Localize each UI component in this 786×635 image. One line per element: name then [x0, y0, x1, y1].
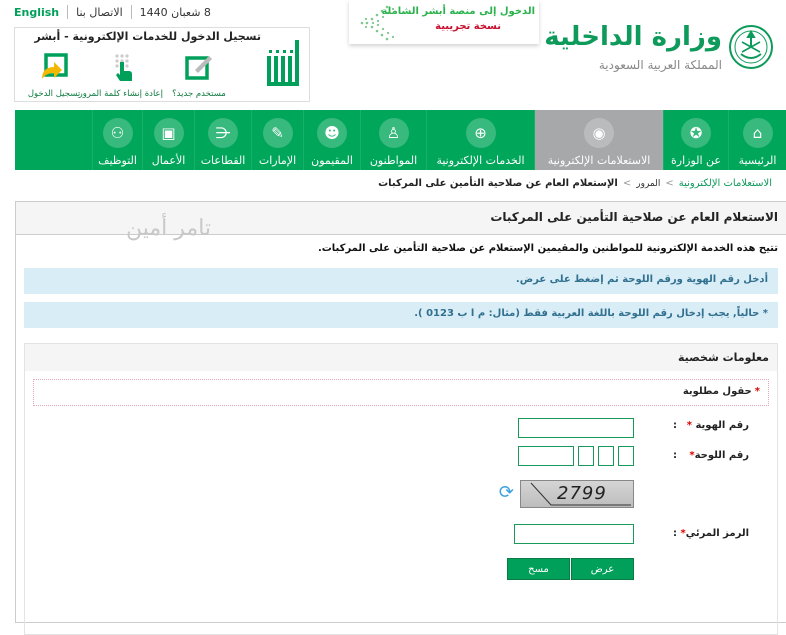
plate-letter-2-input[interactable] — [598, 446, 614, 466]
refresh-captcha-icon[interactable]: ⟳ — [499, 482, 514, 503]
nav-item-eservices[interactable]: ⊕ الخدمات الإلكترونية — [426, 110, 534, 170]
nav-item-sectors[interactable]: ⋲ القطاعات — [194, 110, 251, 170]
plate-letter-1-input[interactable] — [618, 446, 634, 466]
required-note-text: حقول مطلوبة — [682, 386, 752, 397]
banner-title: الدخول إلى منصة أبشر الشاملة — [381, 6, 535, 17]
nav-label: الخدمات الإلكترونية — [436, 154, 525, 167]
login-icon — [42, 53, 68, 79]
briefcase-icon: ▣ — [153, 118, 184, 148]
nav-label: التوظيف — [98, 154, 137, 167]
login-label: تسجيل الدخول — [27, 89, 81, 99]
inquiries-icon: ◉ — [584, 118, 614, 148]
breadcrumb: الاستعلامات الإلكترونية > المرور > الإست… — [378, 178, 772, 189]
nav-item-about[interactable]: ✪ عن الوزارة — [663, 110, 728, 170]
required-star: * — [754, 386, 760, 397]
country-name: المملكة العربية السعودية — [598, 58, 722, 72]
info-text: * حالياً, يجب إدخال رقم اللوحة باللغة ال… — [414, 308, 768, 319]
id-label-text: رقم الهوية — [695, 420, 749, 431]
section-title: معلومات شخصية — [678, 351, 769, 364]
new-user-action[interactable]: مستخدم جديد؟ — [159, 52, 239, 99]
nav-item-residents[interactable]: ☻ المقيمون — [303, 110, 360, 170]
nav-label: القطاعات — [200, 154, 246, 167]
top-links: English الاتصال بنا 8 شعبان 1440 — [14, 4, 211, 20]
captcha-input[interactable] — [514, 524, 634, 544]
watermark-text: تامر أمين — [126, 216, 212, 241]
id-number-input[interactable] — [518, 418, 634, 438]
nav-item-business[interactable]: ▣ الأعمال — [142, 110, 194, 170]
residents-icon: ☻ — [317, 118, 347, 148]
emirates-icon: ✎ — [262, 118, 293, 148]
new-user-label: مستخدم جديد؟ — [172, 89, 226, 99]
divider — [67, 5, 69, 19]
nav-item-inquiries[interactable]: ◉ الاستعلامات الإلكترونية — [534, 110, 663, 170]
main-nav: ⌂ الرئيسية ✪ عن الوزارة ◉ الاستعلامات ال… — [15, 110, 786, 170]
plate-label: رقم اللوحة* — [689, 450, 749, 461]
breadcrumb-separator: > — [665, 178, 674, 189]
ministry-logo[interactable]: وزارة الداخلية المملكة العربية السعودية — [544, 22, 774, 82]
login-box-title: تسجيل الدخول للخدمات الإلكترونية - أبشر — [34, 30, 261, 43]
breadcrumb-inquiries[interactable]: الاستعلامات الإلكترونية — [679, 178, 772, 189]
required-star: * — [686, 420, 692, 431]
absher-login-box: تسجيل الدخول للخدمات الإلكترونية - أبشر … — [14, 27, 310, 102]
plate-number-input[interactable] — [518, 446, 574, 466]
required-fields-note: *حقول مطلوبة — [33, 379, 769, 406]
clear-button[interactable]: مسح — [507, 558, 570, 580]
submit-button[interactable]: عرض — [571, 558, 634, 580]
breadcrumb-separator: > — [622, 178, 632, 189]
nav-item-employment[interactable]: ⚇ التوظيف — [92, 110, 142, 170]
plate-letter-3-input[interactable] — [578, 446, 594, 466]
info-alert-instructions: أدخل رقم الهوية ورقم اللوحة ثم إضغط على … — [24, 268, 778, 294]
emblem-icon: ✪ — [681, 118, 711, 148]
captcha-label: الرمز المرئي* — [680, 528, 749, 539]
reset-password-icon — [115, 54, 132, 81]
colon: : — [673, 528, 677, 539]
breadcrumb-traffic[interactable]: المرور — [636, 179, 660, 189]
globe-icon: ⊕ — [465, 118, 496, 148]
home-icon: ⌂ — [742, 118, 773, 148]
nav-label: الإمارات — [258, 154, 297, 167]
nav-label: المقيمون — [311, 154, 353, 167]
nav-label: المواطنون — [369, 154, 418, 167]
colon: : — [673, 420, 677, 431]
colon: : — [673, 450, 677, 461]
english-link[interactable]: English — [14, 6, 59, 19]
nav-label: الأعمال — [151, 154, 186, 167]
hijri-date: 8 شعبان 1440 — [139, 5, 211, 19]
captcha-text: 2799 — [557, 483, 607, 504]
id-label: رقم الهوية * — [687, 420, 749, 431]
ministry-emblem-icon — [729, 25, 773, 69]
new-user-icon — [185, 56, 212, 80]
divider — [130, 5, 132, 19]
reset-password-label: إعادة إنشاء كلمة المرور — [78, 89, 163, 99]
nav-label: الرئيسية — [738, 154, 777, 167]
banner-subtitle: نسخة تجريبية — [435, 21, 501, 32]
breadcrumb-current: الإستعلام العام عن صلاحية التأمين على ال… — [378, 178, 618, 189]
citizen-icon: ♙ — [378, 118, 409, 148]
captcha-label-text: الرمز المرئي — [685, 528, 749, 539]
nav-item-emirates[interactable]: ✎ الإمارات — [251, 110, 303, 170]
absher-platform-banner[interactable]: الدخول إلى منصة أبشر الشاملة نسخة تجريبي… — [349, 0, 539, 44]
absher-logo[interactable] — [265, 40, 303, 88]
reset-password-action[interactable]: إعادة إنشاء كلمة المرور — [78, 52, 163, 99]
sectors-icon: ⋲ — [208, 118, 238, 148]
nav-item-home[interactable]: ⌂ الرئيسية — [728, 110, 786, 170]
info-alert-plate-language: * حالياً, يجب إدخال رقم اللوحة باللغة ال… — [24, 302, 778, 328]
intro-text: تتيح هذه الخدمة الإلكترونية للمواطنين وا… — [317, 243, 778, 254]
page-title: الاستعلام العام عن صلاحية التأمين على ال… — [490, 210, 778, 224]
plate-label-text: رقم اللوحة — [694, 450, 749, 461]
main-panel: الاستعلام العام عن صلاحية التأمين على ال… — [15, 201, 786, 635]
info-text: أدخل رقم الهوية ورقم اللوحة ثم إضغط على … — [515, 274, 768, 285]
nav-label: الاستعلامات الإلكترونية — [547, 154, 651, 167]
nav-item-citizens[interactable]: ♙ المواطنون — [360, 110, 426, 170]
employment-icon: ⚇ — [102, 118, 133, 148]
ministry-name: وزارة الداخلية — [544, 22, 722, 52]
panel-header: الاستعلام العام عن صلاحية التأمين على ال… — [16, 202, 786, 241]
login-action[interactable]: تسجيل الدخول — [21, 52, 87, 99]
personal-info-section: معلومات شخصية *حقول مطلوبة رقم الهوية * … — [24, 343, 778, 635]
nav-label: عن الوزارة — [671, 154, 721, 167]
section-header: معلومات شخصية — [25, 344, 777, 371]
contact-link[interactable]: الاتصال بنا — [76, 6, 123, 19]
captcha-image: 2799 — [520, 480, 634, 508]
